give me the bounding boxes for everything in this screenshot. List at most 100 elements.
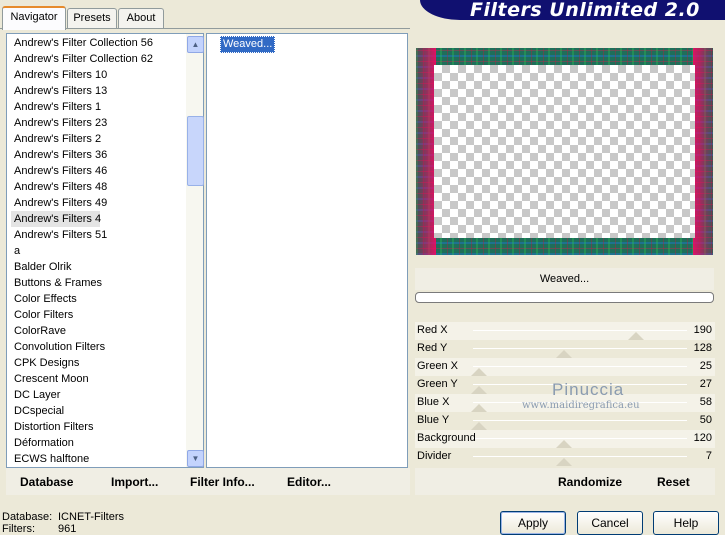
tartan-glow-left — [416, 48, 436, 255]
slider-track[interactable] — [473, 348, 687, 349]
slider-thumb[interactable] — [471, 386, 487, 394]
slider-value: 58 — [699, 396, 712, 408]
filter-category-items: Andrew's Filter Collection 56 Andrew's Fi… — [11, 35, 187, 467]
status-filters-label: Filters: — [2, 523, 35, 535]
slider-track[interactable] — [473, 330, 687, 331]
slider-value: 128 — [693, 342, 712, 354]
filter-category-item[interactable]: Andrew's Filters 51 — [11, 227, 187, 243]
reset-button[interactable]: Reset — [657, 475, 690, 489]
filter-category-item[interactable]: Andrew's Filters 48 — [11, 179, 187, 195]
filter-category-item[interactable]: Color Filters — [11, 307, 187, 323]
tab-presets[interactable]: Presets — [67, 8, 117, 28]
filter-category-item[interactable]: Andrew's Filters 13 — [11, 83, 187, 99]
filter-category-item[interactable]: Déformation — [11, 435, 187, 451]
slider-track[interactable] — [473, 456, 687, 457]
slider-value: 190 — [693, 324, 712, 336]
slider-row[interactable]: Red X 190 — [415, 322, 715, 340]
filter-category-item[interactable]: DCspecial — [11, 403, 187, 419]
slider-label: Green Y — [417, 378, 458, 390]
filter-category-item[interactable]: Andrew's Filters 10 — [11, 67, 187, 83]
slider-track[interactable] — [473, 420, 687, 421]
slider-thumb[interactable] — [556, 458, 572, 466]
filter-category-item[interactable]: Convolution Filters — [11, 339, 187, 355]
filter-category-item[interactable]: Andrew's Filters 46 — [11, 163, 187, 179]
filter-category-item[interactable]: Andrew's Filter Collection 62 — [11, 51, 187, 67]
watermark-name: Pinuccia — [552, 380, 625, 399]
slider-label: Red Y — [417, 342, 448, 354]
status-database: Database: ICNET-Filters — [2, 511, 124, 523]
filter-list-scrollbar[interactable]: ▲ ▼ — [186, 34, 204, 467]
database-button[interactable]: Database — [20, 475, 73, 489]
slider-value: 7 — [705, 450, 712, 462]
filter-category-item[interactable]: Andrew's Filter Collection 56 — [11, 35, 187, 51]
filter-category-item[interactable]: ColorRave — [11, 323, 187, 339]
slider-row[interactable]: Divider 7 — [415, 448, 715, 466]
status-database-label: Database: — [2, 511, 53, 523]
progress-bar — [415, 292, 714, 303]
effect-item-weaved[interactable]: Weaved... — [220, 36, 276, 53]
slider-thumb[interactable] — [471, 404, 487, 412]
slider-label: Background — [417, 432, 476, 444]
slider-value: 120 — [693, 432, 712, 444]
apply-button[interactable]: Apply — [500, 511, 566, 535]
slider-row[interactable]: Green X 25 — [415, 358, 715, 376]
filter-category-list[interactable]: Andrew's Filter Collection 56 Andrew's Fi… — [6, 33, 204, 468]
slider-track[interactable] — [473, 366, 687, 367]
slider-row[interactable]: Background 120 — [415, 430, 715, 448]
cancel-button[interactable]: Cancel — [577, 511, 643, 535]
filter-category-item[interactable]: Balder Olrik — [11, 259, 187, 275]
filter-category-item[interactable]: Crescent Moon — [11, 371, 187, 387]
right-toolbar: Randomize Reset — [415, 468, 715, 495]
slider-label: Divider — [417, 450, 452, 462]
tab-about[interactable]: About — [118, 8, 164, 28]
transparent-area — [434, 65, 695, 238]
scroll-thumb[interactable] — [187, 116, 204, 186]
banner-title: Filters Unlimited 2.0 — [470, 0, 700, 21]
filter-category-item[interactable]: Color Effects — [11, 291, 187, 307]
help-button[interactable]: Help — [653, 511, 719, 535]
tab-navigator[interactable]: Navigator — [2, 6, 66, 30]
slider-value: 50 — [699, 414, 712, 426]
effects-list[interactable]: Weaved... — [206, 33, 408, 468]
randomize-button[interactable]: Randomize — [558, 475, 622, 489]
status-filters-value: 961 — [58, 523, 77, 535]
slider-value: 25 — [699, 360, 712, 372]
filter-category-item[interactable]: Andrew's Filters 23 — [11, 115, 187, 131]
slider-label: Blue Y — [417, 414, 450, 426]
filter-category-item[interactable]: Distortion Filters — [11, 419, 187, 435]
filter-category-item[interactable]: Andrew's Filters 1 — [11, 99, 187, 115]
slider-track[interactable] — [473, 438, 687, 439]
filter-category-item[interactable]: a — [11, 243, 187, 259]
filter-category-item[interactable]: Andrew's Filters 36 — [11, 147, 187, 163]
filter-category-item[interactable]: DC Layer — [11, 387, 187, 403]
slider-thumb[interactable] — [471, 422, 487, 430]
filter-info-button[interactable]: Filter Info... — [190, 475, 255, 489]
slider-label: Red X — [417, 324, 448, 336]
slider-thumb[interactable] — [628, 332, 644, 340]
filter-category-item[interactable]: CPK Designs — [11, 355, 187, 371]
slider-row[interactable]: Red Y 128 — [415, 340, 715, 358]
status-filters: Filters: 961 — [2, 523, 76, 535]
slider-row[interactable]: Blue Y 50 — [415, 412, 715, 430]
slider-thumb[interactable] — [556, 440, 572, 448]
import-button[interactable]: Import... — [111, 475, 158, 489]
left-toolbar: Database Import... Filter Info... Editor… — [6, 468, 410, 495]
scroll-up-icon[interactable]: ▲ — [187, 36, 204, 53]
effect-name-label: Weaved... — [415, 268, 714, 290]
slider-value: 27 — [699, 378, 712, 390]
scroll-down-icon[interactable]: ▼ — [187, 450, 204, 467]
watermark-url: www.maidiregrafica.eu — [522, 400, 640, 411]
tartan-glow-right — [693, 48, 713, 255]
filter-category-item[interactable]: ECWS halftone — [11, 451, 187, 467]
editor-button[interactable]: Editor... — [287, 475, 331, 489]
slider-label: Blue X — [417, 396, 450, 408]
slider-thumb[interactable] — [556, 350, 572, 358]
slider-thumb[interactable] — [471, 368, 487, 376]
filter-category-item[interactable]: Andrew's Filters 49 — [11, 195, 187, 211]
slider-label: Green X — [417, 360, 458, 372]
filter-category-item[interactable]: Andrew's Filters 4 — [11, 211, 101, 227]
preview-image — [416, 48, 713, 255]
filter-category-item[interactable]: Buttons & Frames — [11, 275, 187, 291]
filter-category-item[interactable]: Andrew's Filters 2 — [11, 131, 187, 147]
status-database-value: ICNET-Filters — [58, 511, 124, 523]
